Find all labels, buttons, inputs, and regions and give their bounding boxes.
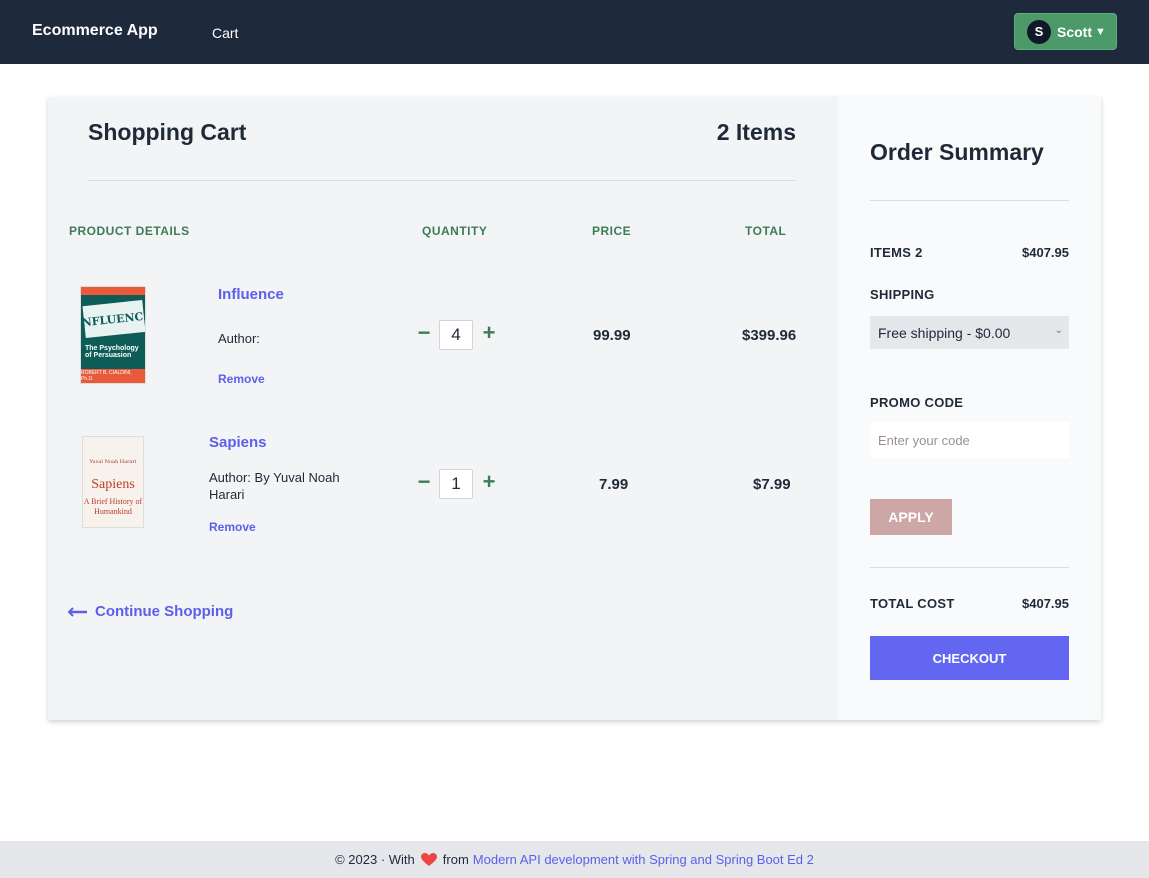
divider (870, 200, 1069, 201)
top-navbar: Ecommerce App Cart S Scott ▼ (0, 0, 1149, 64)
footer: © 2023 · With from Modern API developmen… (0, 841, 1149, 878)
increase-quantity-button[interactable]: + (481, 471, 497, 493)
caret-down-icon: ▼ (1095, 25, 1106, 38)
shipping-select[interactable]: Free shipping - $0.00 ⌄ (870, 316, 1069, 349)
promo-code-input[interactable]: Enter your code (870, 422, 1069, 458)
brand-link[interactable]: Ecommerce App (32, 22, 158, 40)
remove-button[interactable]: Remove (209, 520, 256, 534)
total-cost-label: TOTAL COST (870, 596, 955, 611)
item-price: 99.99 (593, 327, 631, 344)
nav-cart-link[interactable]: Cart (212, 25, 238, 41)
increase-quantity-button[interactable]: + (481, 322, 497, 344)
decrease-quantity-button[interactable]: − (416, 322, 432, 344)
items-label: ITEMS 2 (870, 245, 923, 260)
product-author: Author: By Yuval Noah Harari (209, 470, 340, 502)
decrease-quantity-button[interactable]: − (416, 471, 432, 493)
product-name-influence[interactable]: Influence (218, 286, 284, 303)
col-price: PRICE (592, 224, 632, 238)
item-total: $399.96 (742, 327, 797, 344)
footer-copyright: © 2023 · With (335, 852, 415, 867)
product-author: Author: (218, 331, 260, 346)
chevron-down-icon: ⌄ (1054, 325, 1063, 336)
col-total: TOTAL (745, 224, 787, 238)
quantity-input[interactable]: 4 (439, 320, 473, 350)
order-summary-title: Order Summary (870, 139, 1044, 165)
divider (88, 180, 796, 181)
user-name: Scott (1057, 23, 1092, 40)
divider (870, 567, 1069, 568)
sapiens-book-cover: Yuval Noah Harari Sapiens A Brief Histor… (82, 436, 144, 528)
cover-subtitle: A Brief History of Humankind (83, 497, 143, 516)
user-menu-button[interactable]: S Scott ▼ (1014, 13, 1117, 50)
cart-panel: Shopping Cart 2 Items PRODUCT DETAILS QU… (48, 97, 838, 720)
cover-title: INFLUENCE (81, 299, 145, 339)
cover-title: Sapiens (91, 477, 135, 492)
col-quantity: QUANTITY (422, 224, 488, 238)
total-cost-value: $407.95 (1022, 596, 1069, 611)
remove-button[interactable]: Remove (218, 372, 265, 386)
item-total: $7.99 (753, 476, 791, 493)
cart-title: Shopping Cart (88, 119, 247, 145)
item-price: 7.99 (599, 476, 629, 493)
cover-author: ROBERT B. CIALDINI, Ph.D. (81, 369, 145, 383)
shipping-selected-option: Free shipping - $0.00 (878, 324, 1011, 341)
cover-author: Yuval Noah Harari (89, 459, 137, 465)
col-product-details: PRODUCT DETAILS (69, 224, 190, 238)
order-summary-panel: Order Summary ITEMS 2 $407.95 SHIPPING F… (838, 97, 1101, 720)
cart-item-count: 2 Items (716, 119, 796, 145)
items-value: $407.95 (1022, 245, 1069, 260)
promo-code-label: PROMO CODE (870, 395, 964, 410)
arrow-left-icon (68, 606, 87, 617)
shipping-label: SHIPPING (870, 287, 935, 302)
avatar: S (1027, 19, 1051, 44)
cart-card: Shopping Cart 2 Items PRODUCT DETAILS QU… (48, 97, 1101, 720)
heart-icon (420, 852, 437, 866)
product-name-sapiens[interactable]: Sapiens (209, 434, 267, 451)
quantity-input[interactable]: 1 (439, 469, 473, 499)
checkout-button[interactable]: CHECKOUT (870, 636, 1069, 680)
continue-shopping-link[interactable]: Continue Shopping (68, 603, 233, 620)
apply-button[interactable]: APPLY (870, 499, 952, 535)
continue-shopping-label: Continue Shopping (95, 603, 234, 620)
cover-subtitle: The Psychology of Persuasion (85, 345, 139, 359)
footer-book-link[interactable]: Modern API development with Spring and S… (473, 852, 814, 867)
influence-book-cover: INFLUENCE The Psychology of Persuasion R… (80, 286, 146, 384)
footer-from: from (442, 852, 469, 867)
